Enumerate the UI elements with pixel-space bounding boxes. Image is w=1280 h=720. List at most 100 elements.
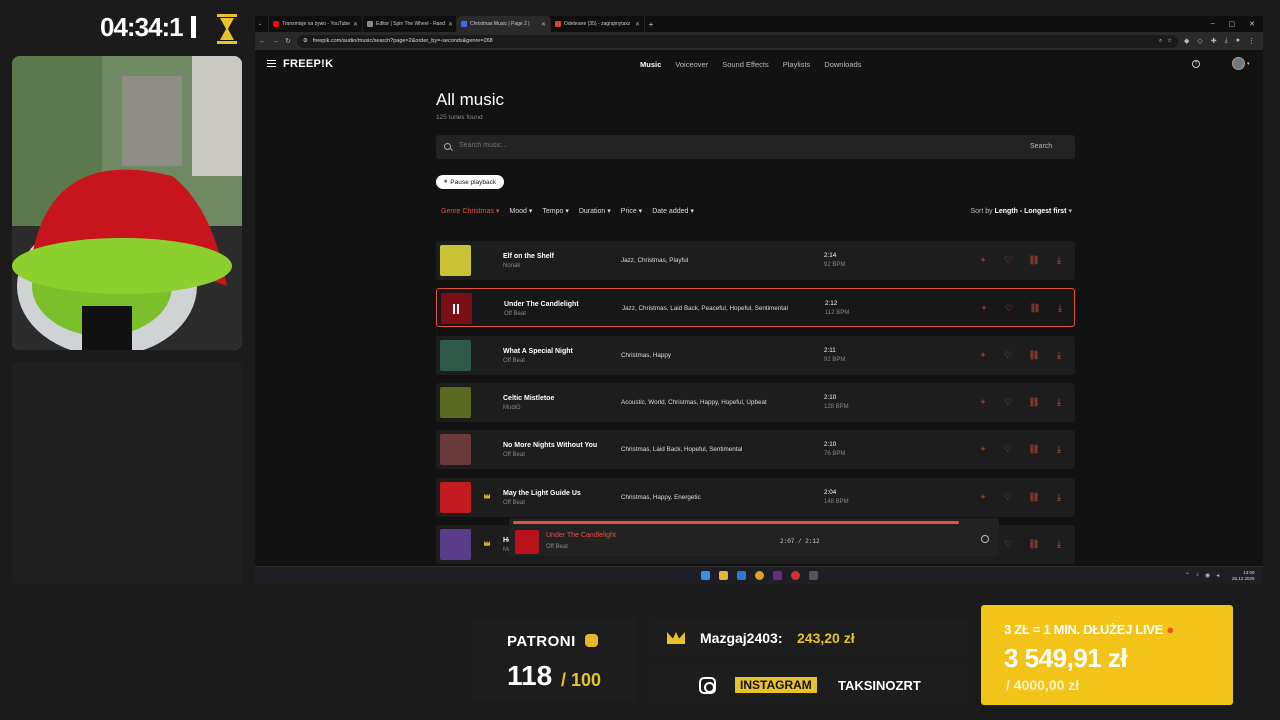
bookmark-icon[interactable]: ☆ (1167, 38, 1172, 44)
tab-editor[interactable]: Editor | Spin The Wheel - Rand ✕ (363, 16, 457, 32)
xd-icon[interactable] (773, 571, 782, 580)
player-progress-bar[interactable] (513, 521, 960, 524)
filter-price[interactable]: Price ▾ (621, 207, 642, 215)
app-icon[interactable] (791, 571, 800, 580)
close-window-icon[interactable]: ✕ (1249, 20, 1255, 28)
forward-icon[interactable]: → (272, 38, 279, 45)
add-to-playlist-icon[interactable]: + (977, 490, 989, 504)
close-player-icon[interactable] (981, 535, 989, 543)
maximize-icon[interactable]: ▢ (1229, 20, 1236, 28)
filter-tempo[interactable]: Tempo ▾ (542, 207, 568, 215)
track-row[interactable]: What A Special Night Off Beat Christmas, H… (436, 335, 1075, 375)
chevron-down-icon[interactable]: ▾ (1247, 61, 1250, 67)
site-info-icon[interactable]: ⚙ (303, 38, 308, 44)
volume-icon[interactable]: ◂ (1216, 572, 1219, 579)
track-row[interactable]: No More Nights Without You Off Beat Christ… (436, 430, 1075, 470)
download-icon[interactable]: ⤓ (1054, 301, 1066, 315)
download-icon[interactable]: ⤓ (1053, 537, 1065, 551)
track-row[interactable]: May the Light Guide Us Off Beat Christmas,… (436, 477, 1075, 517)
extension-icon[interactable]: ◆ (1184, 37, 1189, 45)
add-to-playlist-icon[interactable]: + (977, 395, 989, 409)
nav-music[interactable]: Music (640, 60, 661, 69)
download-icon[interactable]: ⤓ (1053, 253, 1065, 267)
add-to-playlist-icon[interactable]: + (977, 348, 989, 362)
track-row[interactable]: Under The Candlelight Off Beat Jazz, Chris… (436, 288, 1075, 328)
track-cover[interactable] (440, 339, 471, 371)
favorite-icon[interactable]: ♡ (1002, 395, 1014, 409)
track-name[interactable]: No More Nights Without You (503, 442, 597, 449)
add-to-playlist-icon[interactable]: + (978, 301, 990, 315)
avatar[interactable] (1232, 57, 1245, 70)
reload-icon[interactable]: ↻ (285, 37, 291, 45)
track-cover[interactable] (441, 293, 472, 325)
zoom-icon[interactable]: ⌕ (1159, 38, 1162, 45)
network-icon[interactable]: ◉ (1205, 572, 1210, 579)
close-icon[interactable]: ✕ (353, 21, 358, 28)
favorite-icon[interactable]: ♡ (1002, 490, 1014, 504)
track-name[interactable]: Elf on the Shelf (503, 253, 554, 260)
back-icon[interactable]: ← (259, 38, 266, 45)
file-explorer-icon[interactable] (719, 571, 728, 580)
add-to-playlist-icon[interactable]: + (977, 253, 989, 267)
tab-youtube[interactable]: Transmisje na żywo - YouTube ✕ (269, 16, 363, 32)
profile-icon[interactable]: ● (1236, 37, 1240, 45)
copy-link-icon[interactable]: ⛓ (1029, 301, 1041, 315)
track-artist[interactable]: Off Beat (503, 500, 525, 506)
help-icon[interactable]: ? (1192, 60, 1200, 68)
nav-sound-effects[interactable]: Sound Effects (722, 60, 769, 69)
favorite-icon[interactable]: ♡ (1002, 442, 1014, 456)
download-icon[interactable]: ⤓ (1053, 442, 1065, 456)
new-tab-button[interactable]: + (645, 20, 657, 29)
favorite-icon[interactable]: ♡ (1002, 537, 1014, 551)
player-track-title[interactable]: Under The Candlelight (546, 532, 616, 539)
nav-playlists[interactable]: Playlists (783, 60, 811, 69)
copy-link-icon[interactable]: ⛓ (1028, 348, 1040, 362)
tab-list-button[interactable]: ⌄ (255, 16, 269, 32)
copy-link-icon[interactable]: ⛓ (1028, 253, 1040, 267)
track-artist[interactable]: Off Beat (504, 311, 526, 317)
windows-start-icon[interactable] (701, 571, 710, 580)
chevron-up-icon[interactable]: ⌃ (1185, 572, 1190, 579)
track-row[interactable]: Celtic Mistletoe MudiG Acoustic, World, Ch… (436, 382, 1075, 422)
vscode-icon[interactable] (737, 571, 746, 580)
extension-icon[interactable]: ◇ (1197, 37, 1202, 45)
nav-voiceover[interactable]: Voiceover (675, 60, 708, 69)
download-icon[interactable]: ⤓ (1053, 348, 1065, 362)
track-cover[interactable] (440, 386, 471, 418)
chrome-icon[interactable] (755, 571, 764, 580)
tab-freepik[interactable]: Christmas Music | Page 2 | ✕ (457, 16, 551, 32)
download-icon[interactable]: ⤓ (1225, 37, 1228, 45)
copy-link-icon[interactable]: ⛓ (1028, 490, 1040, 504)
minimize-icon[interactable]: – (1211, 20, 1215, 28)
track-name[interactable]: May the Light Guide Us (503, 490, 581, 497)
copy-link-icon[interactable]: ⛓ (1028, 537, 1040, 551)
hamburger-menu-icon[interactable] (267, 60, 276, 67)
copy-link-icon[interactable]: ⛓ (1028, 395, 1040, 409)
track-row[interactable]: Elf on the Shelf Nonak Jazz, Christmas, Pl… (436, 241, 1075, 280)
nav-downloads[interactable]: Downloads (824, 60, 861, 69)
search-button[interactable]: Search (1030, 143, 1052, 150)
copy-link-icon[interactable]: ⛓ (1028, 442, 1040, 456)
filter-date-added[interactable]: Date added ▾ (652, 207, 694, 215)
search-input[interactable] (459, 142, 999, 149)
app-icon[interactable] (809, 571, 818, 580)
favorite-icon[interactable]: ♡ (1002, 348, 1014, 362)
track-name[interactable]: Celtic Mistletoe (503, 395, 554, 402)
player-track-artist[interactable]: Off Beat (546, 544, 568, 550)
tab-gmail[interactable]: Odebrane (35) - zagrajmytaxz ✕ (551, 16, 645, 32)
close-icon[interactable]: ✕ (541, 21, 546, 28)
puzzle-icon[interactable]: ✚ (1211, 37, 1217, 45)
add-to-playlist-icon[interactable]: + (977, 442, 989, 456)
favorite-icon[interactable]: ♡ (1003, 301, 1015, 315)
pause-playback-button[interactable]: ⏸ Pause playback (436, 175, 505, 189)
sort-dropdown[interactable]: Sort by Length - Longest first ▾ (970, 207, 1072, 215)
filter-genre[interactable]: Genre Christmas ▾ (441, 207, 499, 215)
track-artist[interactable]: MudiG (503, 405, 521, 411)
freepik-logo[interactable]: FREEP!K (283, 58, 333, 70)
download-icon[interactable]: ⤓ (1053, 395, 1065, 409)
taskbar-clock[interactable]: 13:09 26.12.2025 (1232, 570, 1255, 581)
track-artist[interactable]: Off Beat (503, 452, 525, 458)
track-cover[interactable] (440, 245, 471, 276)
close-icon[interactable]: ✕ (448, 21, 453, 28)
track-cover[interactable] (440, 434, 471, 466)
